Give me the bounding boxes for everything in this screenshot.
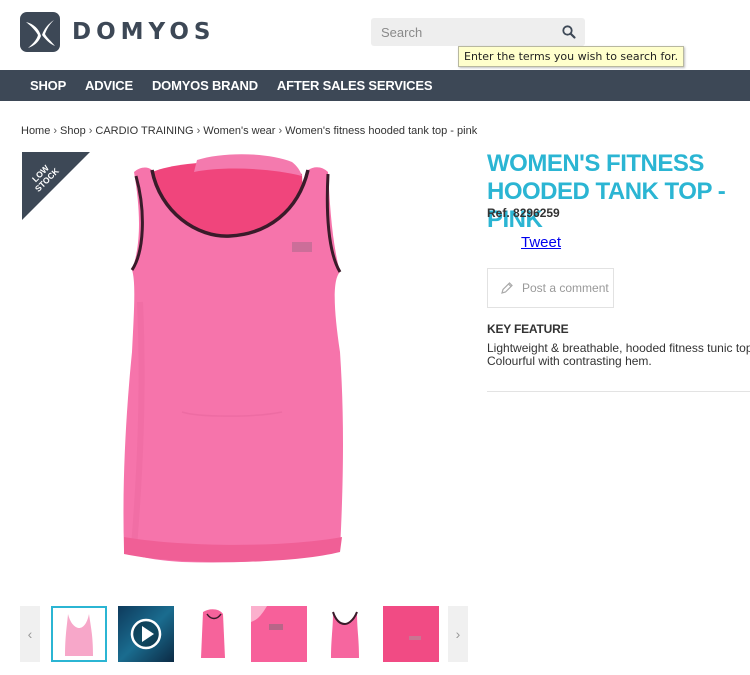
nav-item-domyos-brand[interactable]: DOMYOS BRAND xyxy=(152,78,258,93)
brand-logo[interactable]: DOMYOS xyxy=(20,12,215,52)
search-tooltip: Enter the terms you wish to search for. xyxy=(458,46,685,67)
brand-name: DOMYOS xyxy=(72,19,216,45)
nav-item-advice[interactable]: ADVICE xyxy=(85,78,133,93)
thumbnail-1[interactable] xyxy=(51,606,107,662)
search-box xyxy=(371,18,585,46)
breadcrumb-home[interactable]: Home xyxy=(21,125,50,137)
breadcrumb: Home › Shop › CARDIO TRAINING › Women's wear › W… xyxy=(21,125,477,137)
ref-label: Ref. xyxy=(487,206,510,220)
thumbnail-next-button[interactable]: › xyxy=(448,606,468,662)
section-divider xyxy=(487,391,750,392)
main-nav: SHOP ADVICE DOMYOS BRAND AFTER SALES SER… xyxy=(0,70,750,101)
thumbnail-6[interactable] xyxy=(383,606,439,662)
breadcrumb-separator: › xyxy=(196,125,201,137)
thumbnail-3[interactable] xyxy=(185,606,241,662)
breadcrumb-womens-wear[interactable]: Women's wear xyxy=(203,125,275,137)
product-title: WOMEN'S FITNESS HOODED TANK TOP - PINK xyxy=(487,150,726,233)
thumbnail-5[interactable] xyxy=(317,606,373,662)
thumbnail-prev-button[interactable]: ‹ xyxy=(20,606,40,662)
breadcrumb-separator: › xyxy=(278,125,283,137)
breadcrumb-current: Women's fitness hooded tank top - pink xyxy=(285,125,478,137)
key-feature-line-2: Colourful with contrasting hem. xyxy=(487,354,652,368)
key-feature-description: Lightweight & breathable, hooded fitness… xyxy=(487,342,750,368)
post-comment-label: Post a comment xyxy=(522,281,609,295)
breadcrumb-shop[interactable]: Shop xyxy=(60,125,86,137)
thumbnail-video[interactable] xyxy=(118,606,174,662)
key-feature-heading: KEY FEATURE xyxy=(487,322,569,336)
domyos-logo-icon xyxy=(20,12,60,52)
tweet-link[interactable]: Tweet xyxy=(521,234,561,251)
site-header: DOMYOS Enter the terms you wish to searc… xyxy=(0,0,750,70)
breadcrumb-separator: › xyxy=(88,125,93,137)
breadcrumb-cardio-training[interactable]: CARDIO TRAINING xyxy=(95,125,193,137)
search-input[interactable] xyxy=(371,18,551,46)
post-comment-button[interactable]: Post a comment xyxy=(487,268,614,308)
search-icon[interactable] xyxy=(561,24,577,40)
nav-item-shop[interactable]: SHOP xyxy=(30,78,66,93)
pencil-icon xyxy=(501,282,513,294)
thumbnail-4[interactable] xyxy=(251,606,307,662)
ref-value: 8296259 xyxy=(513,206,560,220)
breadcrumb-separator: › xyxy=(53,125,58,137)
nav-item-after-sales-services[interactable]: AFTER SALES SERVICES xyxy=(277,78,433,93)
product-reference: Ref. 8296259 xyxy=(487,206,560,220)
